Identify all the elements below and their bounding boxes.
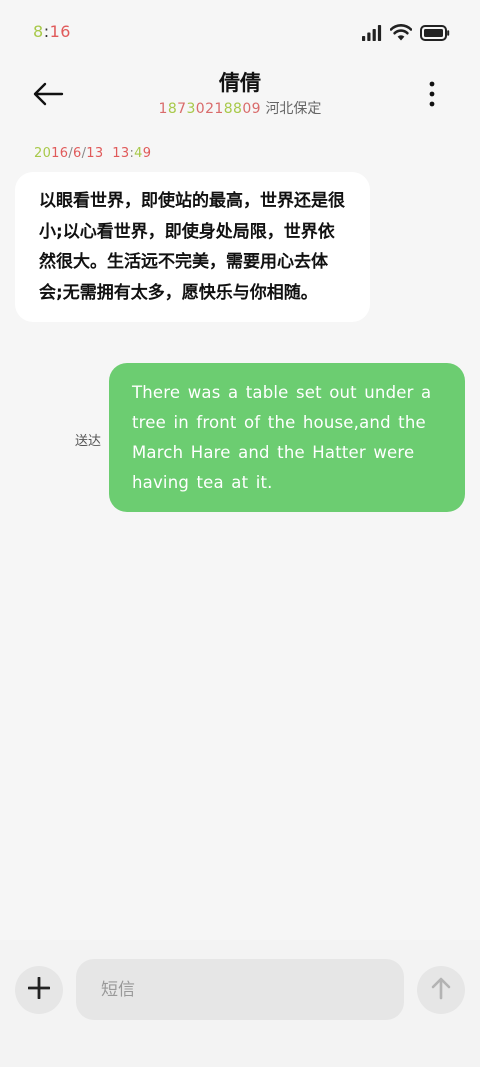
compose-bar <box>0 940 480 1067</box>
more-vertical-icon <box>429 81 435 111</box>
status-time-char: 6 <box>60 22 71 41</box>
status-time-char: 8 <box>33 22 44 41</box>
send-button[interactable] <box>417 966 465 1014</box>
status-time-char: 1 <box>49 22 61 41</box>
contact-phone-char: 9 <box>251 101 261 117</box>
message-timestamp-char: 1 <box>112 146 121 161</box>
contact-phone-char: 0 <box>195 101 206 117</box>
status-bar: 8:16 <box>0 0 480 64</box>
contact-title: 倩倩 18730218809 河北保定 <box>0 70 480 118</box>
contact-phone-char: 1 <box>158 101 168 117</box>
message-timestamp-char: 6 <box>73 146 82 161</box>
status-time: 8:16 <box>33 22 71 41</box>
wifi-icon <box>389 24 413 45</box>
arrow-up-icon <box>431 976 451 1004</box>
message-timestamp-char: 1 <box>51 146 60 161</box>
more-options-button[interactable] <box>412 76 452 116</box>
contact-phone-char: 0 <box>242 101 252 117</box>
contact-phone-char: 8 <box>223 101 234 117</box>
contact-phone-char: 3 <box>186 101 196 117</box>
message-timestamp-char: 1 <box>86 146 95 161</box>
battery-icon <box>420 24 450 45</box>
contact-phone-char: 8 <box>167 101 178 117</box>
conversation-header: 倩倩 18730218809 河北保定 <box>0 64 480 134</box>
contact-location: 河北保定 <box>265 101 322 117</box>
incoming-message-bubble[interactable]: 以眼看世界，即使站的最高，世界还是很小;以心看世界，即使身处局限，世界依然很大。… <box>15 172 370 322</box>
sms-conversation-screen: 8:16 倩倩 18730218809 河北保定 2016/6/13 13:49… <box>0 0 480 1067</box>
delivery-status: 送达 <box>75 434 102 449</box>
contact-phone: 18730218809 <box>159 101 261 117</box>
message-timestamp: 2016/6/13 13:49 <box>34 146 151 161</box>
contact-phone-char: 8 <box>233 101 243 117</box>
message-timestamp-char: 2 <box>34 146 43 161</box>
outgoing-message-bubble[interactable]: There was a table set out under a tree i… <box>109 363 465 512</box>
contact-phone-char: 1 <box>214 101 224 117</box>
cellular-signal-icon <box>362 24 382 45</box>
message-timestamp-char: 9 <box>142 146 152 161</box>
message-timestamp-char: 0 <box>42 146 52 161</box>
contact-name: 倩倩 <box>219 71 261 95</box>
sms-input[interactable] <box>76 959 404 1020</box>
plus-icon <box>27 976 51 1003</box>
add-attachment-button[interactable] <box>15 966 63 1014</box>
contact-subtitle: 18730218809 河北保定 <box>0 100 480 118</box>
status-icons <box>362 24 450 45</box>
message-timestamp-char: 4 <box>134 146 143 161</box>
